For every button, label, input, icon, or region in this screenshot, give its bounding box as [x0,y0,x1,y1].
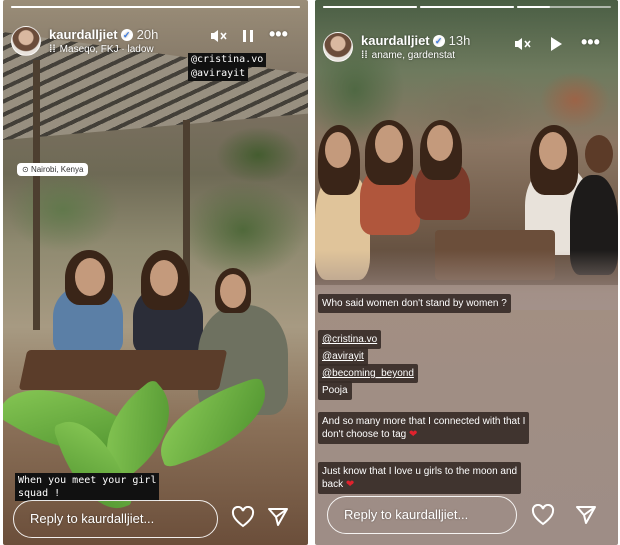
pergola-post [33,60,40,330]
story-progress-segment [517,6,611,8]
person-face [325,132,351,168]
heart-icon[interactable] [231,505,255,534]
reply-input[interactable]: Reply to kaurdalljiet... [327,496,517,534]
story-progress-bar [11,6,300,8]
story-progress-fill [420,6,514,8]
story-header: kaurdalljiet ✓ 13h ⁞⁞ aname, gardenstat ••• [323,30,610,66]
text-line: back ❤ [322,479,355,490]
person-face [220,274,246,308]
red-heart-emoji-icon: ❤ [408,429,418,440]
person-face [427,125,453,161]
red-heart-emoji-icon: ❤ [345,479,355,490]
more-dots-icon[interactable]: ••• [581,32,600,53]
story-progress-fill [323,6,417,8]
caption-line: squad ! [18,488,61,499]
music-attribution[interactable]: ⁞⁞ Maseqo, FKJ · ladow [49,44,154,55]
location-pin-icon: ⊙ [22,165,29,174]
music-attribution[interactable]: ⁞⁞ aname, gardenstat [361,50,455,61]
caption-line: When you meet your girl [18,475,157,486]
send-icon[interactable] [267,507,289,533]
play-icon[interactable] [549,36,563,57]
text-line: don't choose to tag ❤ [322,429,418,440]
text-line: Just know that I love u girls to the moo… [322,466,518,477]
username[interactable]: kaurdalljiet [49,27,118,42]
username[interactable]: kaurdalljiet [361,33,430,48]
reply-input[interactable]: Reply to kaurdalljiet... [13,500,218,538]
send-icon[interactable] [575,505,597,531]
music-bars-icon: ⁞⁞ [361,50,368,61]
post-time: 20h [136,27,159,42]
story-right[interactable]: kaurdalljiet ✓ 13h ⁞⁞ aname, gardenstat •••… [315,0,618,545]
avatar[interactable] [323,32,353,62]
story-progress-fill [517,6,550,8]
mention-tag[interactable]: @avirayit [188,67,249,81]
story-progress-segment [323,6,417,8]
story-left[interactable]: kaurdalljiet ✓ 20h ⁞⁞ Maseqo, FKJ · ladow •… [3,0,308,545]
story-text-question: Who said women don't stand by women ? [318,294,511,313]
verified-check-icon: ✓ [432,35,445,47]
story-caption: When you meet your girl squad ! [15,473,160,501]
mention-tag[interactable]: @cristina.vo [188,53,267,67]
person-face [539,132,567,170]
music-text: Maseqo, FKJ · ladow [59,44,154,55]
mention-text[interactable]: @cristina.vo [322,334,377,345]
person-face [585,135,613,173]
post-time: 13h [448,33,471,48]
person-face [75,258,105,296]
avatar[interactable] [11,26,41,56]
mention-text[interactable]: @becoming_beyond [322,368,414,379]
person-face [375,125,403,163]
music-bars-icon: ⁞⁞ [49,44,56,55]
pause-icon[interactable] [241,28,255,49]
story-text-love: Just know that I love u girls to the moo… [318,462,522,494]
story-text-name: Pooja [318,381,352,400]
story-username-row[interactable]: kaurdalljiet ✓ 20h [49,27,158,42]
cafe-table [18,350,228,390]
location-sticker[interactable]: ⊙ Nairobi, Kenya [17,163,89,176]
story-progress-segment [420,6,514,8]
heart-icon[interactable] [531,503,555,532]
verified-check-icon: ✓ [120,29,133,41]
story-text-connected: And so many more that I connected with t… [318,412,530,444]
music-text: aname, gardenstat [371,50,456,61]
location-name: Nairobi, Kenya [30,165,84,174]
story-username-row[interactable]: kaurdalljiet ✓ 13h [361,33,470,48]
more-dots-icon[interactable]: ••• [269,24,288,45]
story-progress-fill [11,6,300,8]
muted-speaker-icon[interactable] [513,36,531,57]
mention-text[interactable]: @avirayit [322,351,364,362]
text-line: And so many more that I connected with t… [322,416,526,427]
person-face [150,260,178,296]
muted-speaker-icon[interactable] [209,28,227,49]
